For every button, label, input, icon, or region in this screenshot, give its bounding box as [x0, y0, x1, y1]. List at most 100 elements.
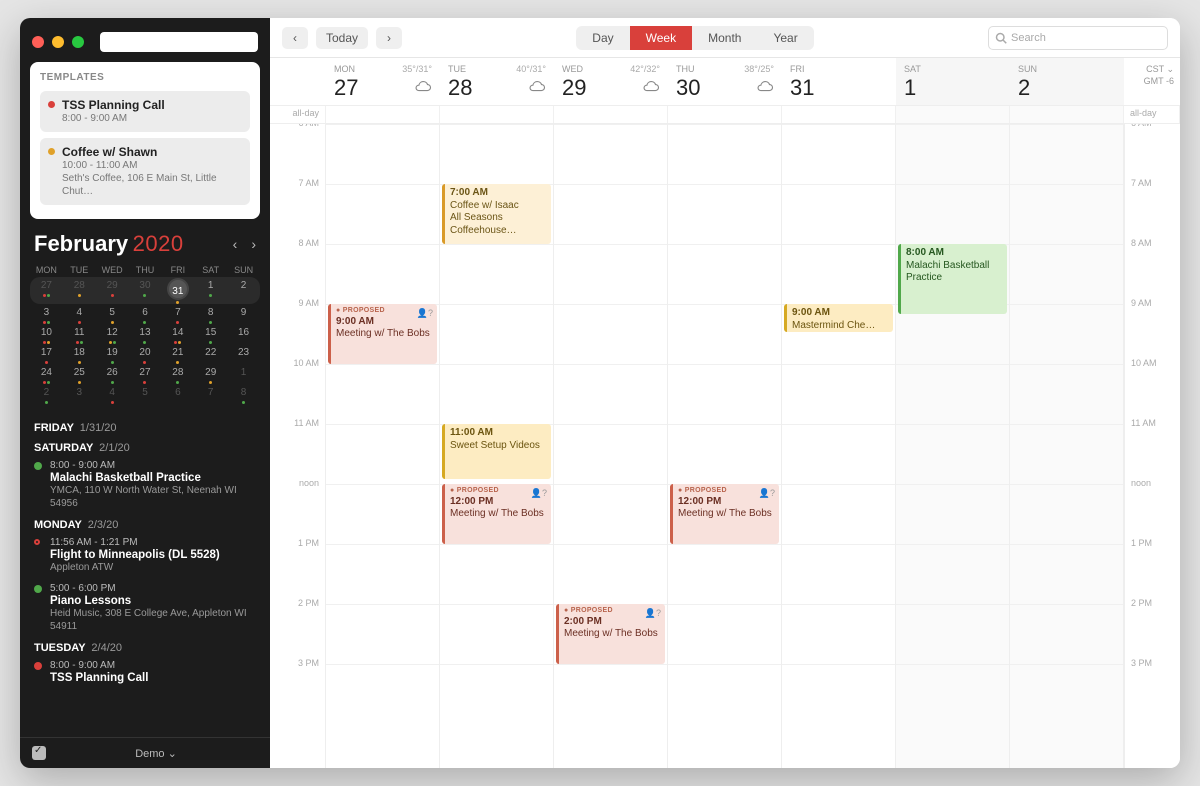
agenda-event[interactable]: 8:00 - 9:00 AM Malachi Basketball Practi… — [34, 460, 256, 510]
today-button[interactable]: Today — [316, 27, 368, 49]
mini-day[interactable]: 9 — [227, 304, 260, 324]
sidebar-search-input[interactable] — [100, 32, 258, 52]
agenda-event[interactable]: 8:00 - 9:00 AM TSS Planning Call — [34, 660, 256, 684]
mini-day[interactable]: 31 — [161, 277, 194, 304]
minimize-icon[interactable] — [52, 36, 64, 48]
next-button[interactable]: › — [376, 27, 402, 49]
mini-day[interactable]: 12 — [96, 324, 129, 344]
calendar-event[interactable]: ● PROPOSED2:00 PMMeeting w/ The Bobs👤? — [556, 604, 665, 664]
maximize-icon[interactable] — [72, 36, 84, 48]
mini-day[interactable]: 8 — [194, 304, 227, 324]
mini-day[interactable]: 4 — [96, 384, 129, 404]
mini-calendar[interactable]: MONTUEWEDTHUFRISATSUN 272829303112345678… — [20, 257, 270, 408]
calendar-event[interactable]: 9:00 AMMastermind Che… — [784, 304, 893, 332]
mini-day[interactable]: 3 — [63, 384, 96, 404]
mini-day[interactable]: 2 — [227, 277, 260, 304]
mini-day[interactable]: 3 — [30, 304, 63, 324]
mini-dow: SAT — [194, 263, 227, 277]
mini-day[interactable]: 28 — [63, 277, 96, 304]
mini-day[interactable]: 1 — [194, 277, 227, 304]
view-month[interactable]: Month — [692, 26, 757, 50]
agenda-event[interactable]: 5:00 - 6:00 PM Piano Lessons Heid Music,… — [34, 583, 256, 633]
day-header[interactable]: SAT 1 — [896, 58, 1010, 105]
mini-day[interactable]: 24 — [30, 364, 63, 384]
mini-day[interactable]: 19 — [96, 344, 129, 364]
mini-day[interactable]: 10 — [30, 324, 63, 344]
checkmark-icon[interactable] — [32, 746, 46, 760]
agenda-event[interactable]: 11:56 AM - 1:21 PM Flight to Minneapolis… — [34, 537, 256, 574]
agenda-list[interactable]: FRIDAY 1/31/20SATURDAY 2/1/20 8:00 - 9:0… — [20, 408, 270, 737]
calendar-event[interactable]: ● PROPOSED12:00 PMMeeting w/ The Bobs👤? — [670, 484, 779, 544]
day-header[interactable]: MON35°/31° 27 — [326, 58, 440, 105]
day-header[interactable]: WED42°/32° 29 — [554, 58, 668, 105]
template-item[interactable]: TSS Planning Call 8:00 - 9:00 AM — [40, 91, 250, 132]
calendar-event[interactable]: 11:00 AMSweet Setup Videos — [442, 424, 551, 479]
mini-day[interactable]: 23 — [227, 344, 260, 364]
main-pane: ‹ Today › DayWeekMonthYear Search MON35°… — [270, 18, 1180, 768]
mini-day[interactable]: 21 — [161, 344, 194, 364]
allday-cell[interactable] — [326, 106, 440, 123]
allday-cell[interactable] — [896, 106, 1010, 123]
mini-day[interactable]: 8 — [227, 384, 260, 404]
calendar-event[interactable]: ● PROPOSED9:00 AMMeeting w/ The Bobs👤? — [328, 304, 437, 364]
prev-button[interactable]: ‹ — [282, 27, 308, 49]
mini-day[interactable]: 13 — [129, 324, 162, 344]
mini-day[interactable]: 7 — [194, 384, 227, 404]
mini-day[interactable]: 1 — [227, 364, 260, 384]
template-item[interactable]: Coffee w/ Shawn 10:00 - 11:00 AM Seth's … — [40, 138, 250, 205]
mini-day[interactable]: 18 — [63, 344, 96, 364]
close-icon[interactable] — [32, 36, 44, 48]
calendar-event[interactable]: ● PROPOSED12:00 PMMeeting w/ The Bobs👤? — [442, 484, 551, 544]
mini-next-icon[interactable]: › — [251, 236, 256, 252]
mini-day[interactable]: 28 — [161, 364, 194, 384]
mini-day[interactable]: 29 — [194, 364, 227, 384]
day-column[interactable]: 7:00 AMCoffee w/ IsaacAll Seasons Coffee… — [440, 124, 554, 768]
allday-cell[interactable] — [668, 106, 782, 123]
mini-day[interactable]: 26 — [96, 364, 129, 384]
day-column[interactable] — [1010, 124, 1124, 768]
allday-cell[interactable] — [440, 106, 554, 123]
allday-cell[interactable] — [554, 106, 668, 123]
mini-day[interactable]: 2 — [30, 384, 63, 404]
mini-day[interactable]: 4 — [63, 304, 96, 324]
event-time: 11:00 AM — [450, 427, 546, 440]
mini-day[interactable]: 5 — [129, 384, 162, 404]
search-input[interactable]: Search — [988, 26, 1168, 50]
allday-cell[interactable] — [782, 106, 896, 123]
view-day[interactable]: Day — [576, 26, 629, 50]
view-week[interactable]: Week — [630, 26, 692, 50]
mini-day[interactable]: 27 — [30, 277, 63, 304]
mini-day[interactable]: 14 — [161, 324, 194, 344]
mini-day[interactable]: 5 — [96, 304, 129, 324]
day-column[interactable]: ● PROPOSED12:00 PMMeeting w/ The Bobs👤? — [668, 124, 782, 768]
week-grid[interactable]: 6 AM7 AM8 AM9 AM10 AM11 AMnoon1 PM2 PM3 … — [270, 124, 1180, 768]
mini-day[interactable]: 30 — [129, 277, 162, 304]
day-header[interactable]: FRI 31 — [782, 58, 896, 105]
mini-day[interactable]: 16 — [227, 324, 260, 344]
mini-day[interactable]: 15 — [194, 324, 227, 344]
allday-cell[interactable] — [1010, 106, 1124, 123]
mini-day[interactable]: 6 — [129, 304, 162, 324]
mini-prev-icon[interactable]: ‹ — [233, 236, 238, 252]
mini-day[interactable]: 29 — [96, 277, 129, 304]
calendar-event[interactable]: 7:00 AMCoffee w/ IsaacAll Seasons Coffee… — [442, 184, 551, 244]
day-column[interactable]: ● PROPOSED2:00 PMMeeting w/ The Bobs👤? — [554, 124, 668, 768]
mini-day[interactable]: 25 — [63, 364, 96, 384]
mini-day[interactable]: 11 — [63, 324, 96, 344]
mini-day[interactable]: 6 — [161, 384, 194, 404]
timezone-label[interactable]: CST ⌄GMT -6 — [1124, 58, 1180, 105]
day-header[interactable]: THU38°/25° 30 — [668, 58, 782, 105]
day-header[interactable]: TUE40°/31° 28 — [440, 58, 554, 105]
day-header[interactable]: SUN 2 — [1010, 58, 1124, 105]
day-column[interactable]: ● PROPOSED9:00 AMMeeting w/ The Bobs👤? — [326, 124, 440, 768]
calendar-set-menu[interactable]: Demo ⌄ — [54, 747, 258, 760]
mini-day[interactable]: 7 — [161, 304, 194, 324]
calendar-event[interactable]: 8:00 AMMalachi Basketball Practice — [898, 244, 1007, 314]
day-column[interactable]: 8:00 AMMalachi Basketball Practice — [896, 124, 1010, 768]
day-column[interactable]: 9:00 AMMastermind Che… — [782, 124, 896, 768]
mini-day[interactable]: 17 — [30, 344, 63, 364]
view-year[interactable]: Year — [757, 26, 813, 50]
mini-day[interactable]: 27 — [129, 364, 162, 384]
mini-day[interactable]: 20 — [129, 344, 162, 364]
mini-day[interactable]: 22 — [194, 344, 227, 364]
